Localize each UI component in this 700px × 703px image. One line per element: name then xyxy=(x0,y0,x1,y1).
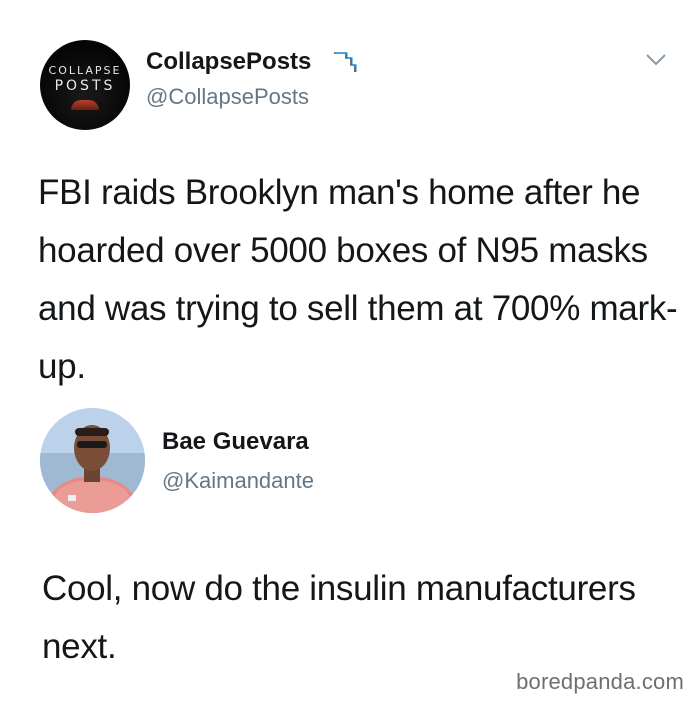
display-name[interactable]: CollapsePosts xyxy=(146,48,311,76)
avatar[interactable]: COLLAPSE POSTS xyxy=(40,40,130,130)
reply-text: Cool, now do the insulin manufacturers n… xyxy=(42,569,636,666)
tweet-text: FBI raids Brooklyn man's home after he h… xyxy=(38,173,678,386)
avatar-photo xyxy=(40,408,145,513)
downtrend-chart-icon xyxy=(334,52,357,72)
chevron-down-icon[interactable] xyxy=(644,52,668,68)
avatar-logo-sunset xyxy=(71,100,99,110)
reply-display-name[interactable]: Bae Guevara xyxy=(162,428,309,456)
reply-handle[interactable]: @Kaimandante xyxy=(162,468,314,494)
avatar-logo-line2: POSTS xyxy=(54,78,116,94)
handle[interactable]: @CollapsePosts xyxy=(146,84,309,110)
avatar-logo-line1: COLLAPSE xyxy=(48,64,122,77)
watermark: boredpanda.com xyxy=(516,669,684,694)
reply-header: Bae Guevara @Kaimandante xyxy=(40,408,440,513)
tweet-header: COLLAPSE POSTS CollapsePosts @CollapsePo… xyxy=(40,40,680,130)
avatar[interactable] xyxy=(40,408,145,513)
